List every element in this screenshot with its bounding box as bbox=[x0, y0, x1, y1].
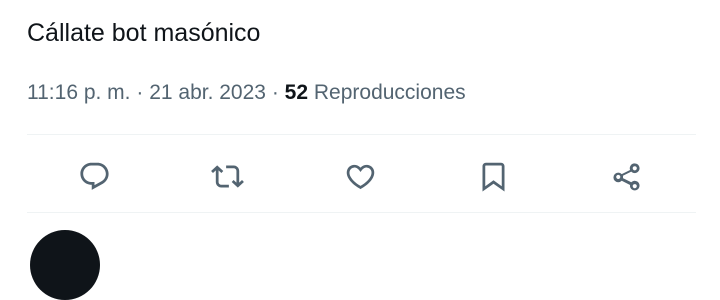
retweet-arrows-icon bbox=[210, 164, 244, 188]
divider bbox=[27, 134, 696, 135]
retweet-button[interactable] bbox=[205, 154, 249, 198]
bookmark-button[interactable] bbox=[471, 154, 515, 198]
avatar[interactable] bbox=[30, 230, 100, 300]
tweet-action-bar bbox=[0, 154, 720, 198]
meta-separator: · bbox=[136, 81, 144, 104]
share-button[interactable] bbox=[604, 154, 648, 198]
speech-bubble-icon bbox=[79, 162, 109, 190]
tweet-metadata: 11:16 p. m. · 21 abr. 2023 · 52 Reproduc… bbox=[27, 79, 466, 107]
divider bbox=[27, 212, 696, 213]
share-nodes-icon bbox=[612, 162, 640, 190]
tweet-date[interactable]: 21 abr. 2023 bbox=[149, 81, 266, 104]
tweet-time[interactable]: 11:16 p. m. bbox=[27, 81, 131, 104]
meta-separator: · bbox=[271, 81, 279, 104]
views-count[interactable]: 52 bbox=[285, 81, 308, 104]
tweet-text: Cállate bot masónico bbox=[27, 19, 261, 47]
reply-button[interactable] bbox=[72, 154, 116, 198]
views-label[interactable]: Reproducciones bbox=[314, 81, 466, 104]
bookmark-icon bbox=[482, 162, 504, 192]
heart-icon bbox=[346, 164, 374, 189]
like-button[interactable] bbox=[338, 154, 382, 198]
